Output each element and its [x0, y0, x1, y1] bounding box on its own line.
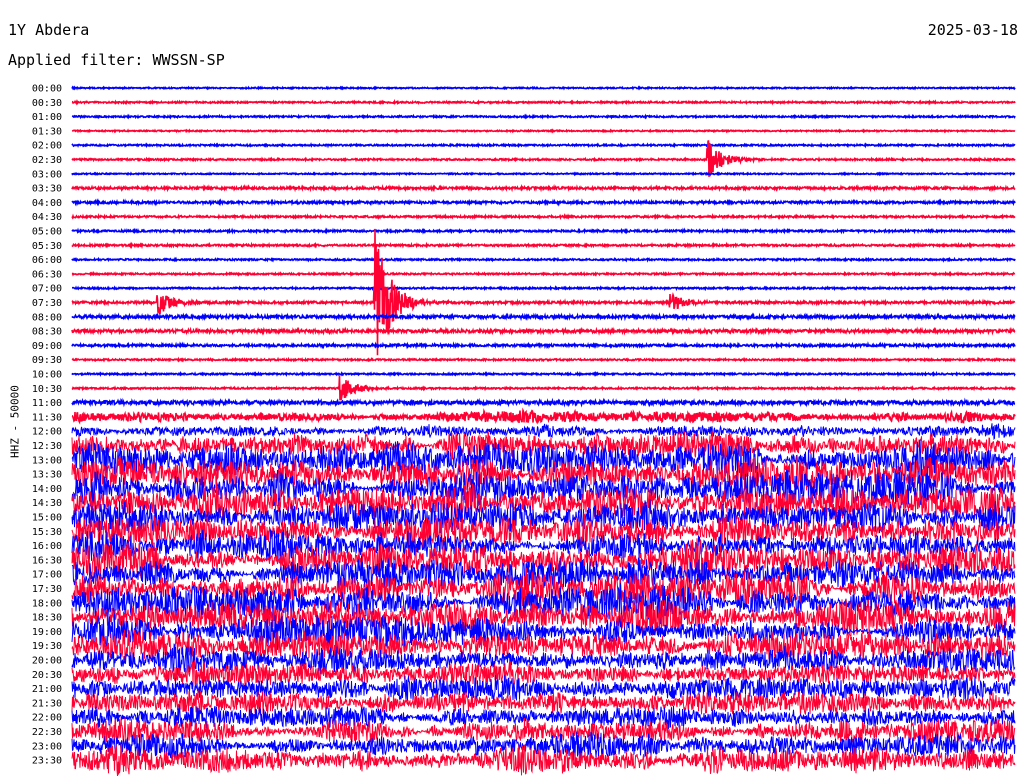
row-time-label: 06:00 [32, 255, 62, 266]
row-time-label: 18:30 [32, 613, 62, 624]
row-time-label: 15:30 [32, 527, 62, 538]
row-time-label: 07:30 [32, 298, 62, 309]
trace-row-0330 [71, 183, 1016, 193]
trace-row-0930 [71, 356, 1016, 363]
trace-row-1000 [71, 370, 1016, 378]
row-time-label: 21:30 [32, 698, 62, 709]
row-time-label: 09:30 [32, 355, 62, 366]
row-time-label: 00:00 [32, 84, 62, 95]
row-time-label: 10:00 [32, 370, 62, 381]
trace-row-0800 [71, 312, 1016, 322]
row-time-label: 18:00 [32, 598, 62, 609]
row-time-label: 01:00 [32, 112, 62, 123]
trace-row-0400 [71, 198, 1016, 207]
row-time-label: 12:00 [32, 427, 62, 438]
row-time-label: 03:30 [32, 184, 62, 195]
row-time-label: 19:00 [32, 627, 62, 638]
row-time-label: 00:30 [32, 98, 62, 109]
row-time-label: 22:30 [32, 727, 62, 738]
row-time-label: 14:00 [32, 484, 62, 495]
row-time-label: 22:00 [32, 713, 62, 724]
row-time-label: 04:00 [32, 198, 62, 209]
row-time-label: 05:00 [32, 227, 62, 238]
trace-row-0830 [71, 326, 1016, 336]
trace-row-0430 [71, 212, 1016, 221]
row-time-label: 09:00 [32, 341, 62, 352]
trace-row-0600 [71, 256, 1016, 263]
row-time-label: 14:30 [32, 498, 62, 509]
trace-row-0700 [72, 285, 1016, 292]
trace-row-1130 [71, 407, 1016, 425]
row-time-label: 02:30 [32, 155, 62, 166]
seismogram-plot: 00:00 00:30 01:00 01:30 02:00 02:30 03:00 03:30… [32, 84, 1016, 777]
trace-row-0300 [71, 171, 1016, 177]
trace-row-0900 [71, 341, 1016, 350]
row-time-label: 05:30 [32, 241, 62, 252]
helicorder: 1Y Abdera 2025-03-18 Applied filter: WWS… [0, 0, 1024, 780]
row-time-label: 03:00 [32, 169, 62, 180]
row-time-label: 04:30 [32, 212, 62, 223]
row-time-label: 17:00 [32, 570, 62, 581]
row-time-label: 17:30 [32, 584, 62, 595]
row-time-label: 19:30 [32, 641, 62, 652]
trace-row-0200 [71, 141, 1016, 149]
row-time-label: 20:00 [32, 656, 62, 667]
trace-row-1100 [71, 397, 1016, 408]
row-time-label: 06:30 [32, 269, 62, 280]
trace-row-0030 [71, 98, 1016, 106]
row-time-label: 08:00 [32, 312, 62, 323]
row-time-label: 12:30 [32, 441, 62, 452]
trace-row-0130 [71, 128, 1016, 134]
row-time-label: 16:00 [32, 541, 62, 552]
row-time-label: 23:00 [32, 741, 62, 752]
trace-row-0000 [71, 85, 1016, 91]
row-time-label: 02:00 [32, 141, 62, 152]
row-time-label: 13:00 [32, 455, 62, 466]
trace-row-0730 [71, 228, 1016, 356]
trace-row-1030 [71, 375, 1016, 401]
trace-row-0630 [71, 270, 1016, 278]
trace-row-0500 [71, 227, 1016, 235]
row-time-label: 21:00 [32, 684, 62, 695]
row-time-label: 01:30 [32, 126, 62, 137]
trace-row-0100 [71, 113, 1016, 120]
row-time-label: 20:30 [32, 670, 62, 681]
trace-row-1200 [71, 423, 1016, 440]
row-time-label: 16:30 [32, 555, 62, 566]
row-time-label: 10:30 [32, 384, 62, 395]
row-time-label: 13:30 [32, 470, 62, 481]
row-time-label: 07:00 [32, 284, 62, 295]
row-time-label: 23:30 [32, 756, 62, 767]
row-time-label: 08:30 [32, 327, 62, 338]
row-time-label: 11:00 [32, 398, 62, 409]
trace-row-0530 [71, 241, 1016, 250]
row-time-label: 11:30 [32, 412, 62, 423]
row-time-label: 15:00 [32, 513, 62, 524]
